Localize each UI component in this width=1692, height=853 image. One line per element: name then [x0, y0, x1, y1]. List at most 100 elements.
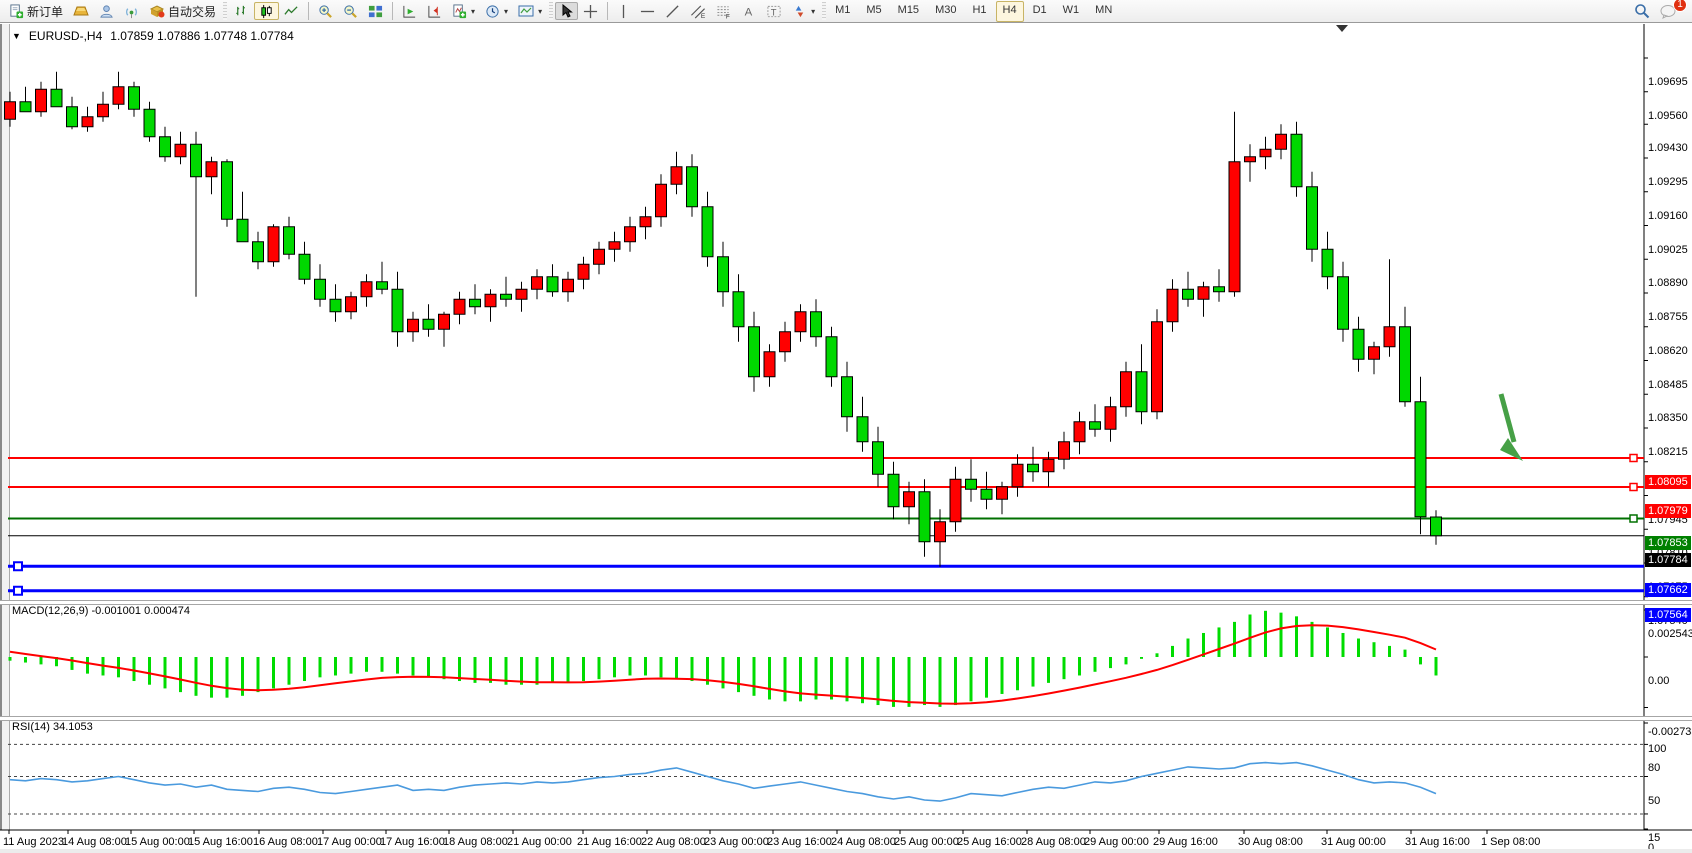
time-axis-label: 31 Aug 00:00: [1321, 836, 1386, 848]
time-axis-label: 15 Aug 00:00: [125, 836, 190, 848]
candle-body: [315, 279, 326, 299]
macd-pane-separator[interactable]: [0, 600, 1692, 605]
line-chart-button[interactable]: [279, 2, 304, 20]
candle-body: [1028, 464, 1039, 472]
price-line-badge-1.08095: 1.08095: [1645, 475, 1691, 489]
chart-shift-button[interactable]: [422, 2, 447, 20]
candle-body: [191, 144, 202, 177]
price-line-badge-1.07853: 1.07853: [1645, 536, 1691, 550]
candle-body: [222, 162, 233, 220]
timeframe-button-mn[interactable]: MN: [1088, 1, 1119, 22]
timeframe-button-d1[interactable]: D1: [1026, 1, 1054, 22]
rsi-pane-separator[interactable]: [0, 716, 1692, 721]
arrows-button[interactable]: ▾: [787, 2, 820, 20]
candle-body: [206, 162, 217, 177]
candle-body: [113, 87, 124, 105]
candle-body: [749, 327, 760, 377]
auto-scroll-button[interactable]: [397, 2, 422, 20]
candle-body: [175, 144, 186, 157]
candle-body: [1012, 464, 1023, 487]
candle-body: [454, 299, 465, 314]
gold-ingot-icon: [73, 4, 89, 18]
time-axis-label: 21 Aug 16:00: [577, 836, 642, 848]
timeframe-button-w1[interactable]: W1: [1056, 1, 1087, 22]
candle-body: [237, 219, 248, 242]
timeframe-button-m5[interactable]: M5: [859, 1, 888, 22]
time-axis-label: 29 Aug 16:00: [1153, 836, 1218, 848]
candle-body: [1369, 347, 1380, 360]
timeframe-button-m30[interactable]: M30: [928, 1, 963, 22]
bar-chart-button[interactable]: [229, 2, 254, 20]
line-handle: [1630, 484, 1637, 491]
arrows-icon: [792, 4, 807, 19]
auto-scroll-icon: [402, 4, 417, 19]
price-axis-label: 1.08755: [1648, 311, 1688, 324]
candle-body: [1198, 287, 1209, 300]
rsi-line: [10, 763, 1436, 802]
timeframe-button-h1[interactable]: H1: [965, 1, 993, 22]
signals-icon: [124, 4, 139, 19]
cursor-button[interactable]: [555, 2, 578, 20]
price-axis-label: 1.09025: [1648, 244, 1688, 257]
crosshair-button[interactable]: [578, 2, 603, 20]
zoom-out-button[interactable]: [338, 2, 363, 20]
chart-canvas[interactable]: [0, 24, 1692, 853]
trendline-button[interactable]: [660, 2, 685, 20]
candle-body: [346, 297, 357, 312]
candle-body: [873, 442, 884, 475]
candle-body: [160, 137, 171, 157]
candle-body: [20, 102, 31, 112]
time-axis-label: 22 Aug 08:00: [641, 836, 706, 848]
candle-body: [1105, 407, 1116, 430]
candle-body: [377, 282, 388, 290]
trendline-icon: [665, 4, 680, 19]
new-order-button[interactable]: 新订单: [4, 2, 68, 20]
candle-body: [718, 257, 729, 292]
candle-body: [857, 417, 868, 442]
candle-body: [392, 289, 403, 332]
candle-body: [842, 377, 853, 417]
periods-button[interactable]: ▾: [480, 2, 513, 20]
auto-trading-button[interactable]: 自动交易: [144, 2, 221, 20]
timeframe-button-m1[interactable]: M1: [828, 1, 857, 22]
text-label-button[interactable]: T: [761, 2, 787, 20]
macd-signal-value: 0.000474: [144, 605, 190, 617]
channel-icon: E: [690, 4, 706, 19]
time-axis-label: 1 Sep 08:00: [1481, 836, 1540, 848]
candlestick-icon: [259, 4, 274, 19]
templates-caret: ▾: [538, 7, 542, 16]
fibonacci-icon: F: [716, 4, 732, 19]
indicators-button[interactable]: ▾: [447, 2, 480, 20]
search-button[interactable]: [1629, 2, 1655, 20]
annotation-arrow-shaft: [1501, 394, 1514, 442]
candle-body: [67, 107, 78, 127]
text-button[interactable]: A: [737, 2, 761, 20]
fibonacci-button[interactable]: F: [711, 2, 737, 20]
templates-button[interactable]: ▾: [513, 2, 547, 20]
candlestick-chart-button[interactable]: [254, 2, 279, 20]
signals-button[interactable]: [119, 2, 144, 20]
vertical-line-button[interactable]: [612, 2, 635, 20]
zoom-out-icon: [343, 4, 358, 19]
candle-body: [733, 292, 744, 327]
price-axis-label: 1.09695: [1648, 76, 1688, 89]
chart-collapse-icon[interactable]: ▼: [12, 31, 21, 41]
equidistant-channel-button[interactable]: E: [685, 2, 711, 20]
zoom-in-button[interactable]: [313, 2, 338, 20]
notifications-button[interactable]: 1: [1655, 2, 1682, 20]
horizontal-line-button[interactable]: [635, 2, 660, 20]
candle-body: [1074, 422, 1085, 442]
time-axis-label: 11 Aug 2023: [3, 836, 64, 848]
candle-body: [671, 167, 682, 185]
tile-windows-button[interactable]: [363, 2, 388, 20]
community-button[interactable]: [94, 2, 119, 20]
candle-body: [1183, 289, 1194, 299]
chart-window[interactable]: ▼ EURUSD-,H4 1.07859 1.07886 1.07748 1.0…: [0, 24, 1692, 853]
timeframe-button-m15[interactable]: M15: [891, 1, 926, 22]
candle-body: [1043, 459, 1054, 472]
timeframe-button-h4[interactable]: H4: [996, 1, 1024, 22]
deposit-button[interactable]: [68, 2, 94, 20]
price-line-badge-1.07662: 1.07662: [1645, 583, 1691, 597]
candle-body: [950, 479, 961, 522]
time-axis-label: 28 Aug 08:00: [1021, 836, 1086, 848]
